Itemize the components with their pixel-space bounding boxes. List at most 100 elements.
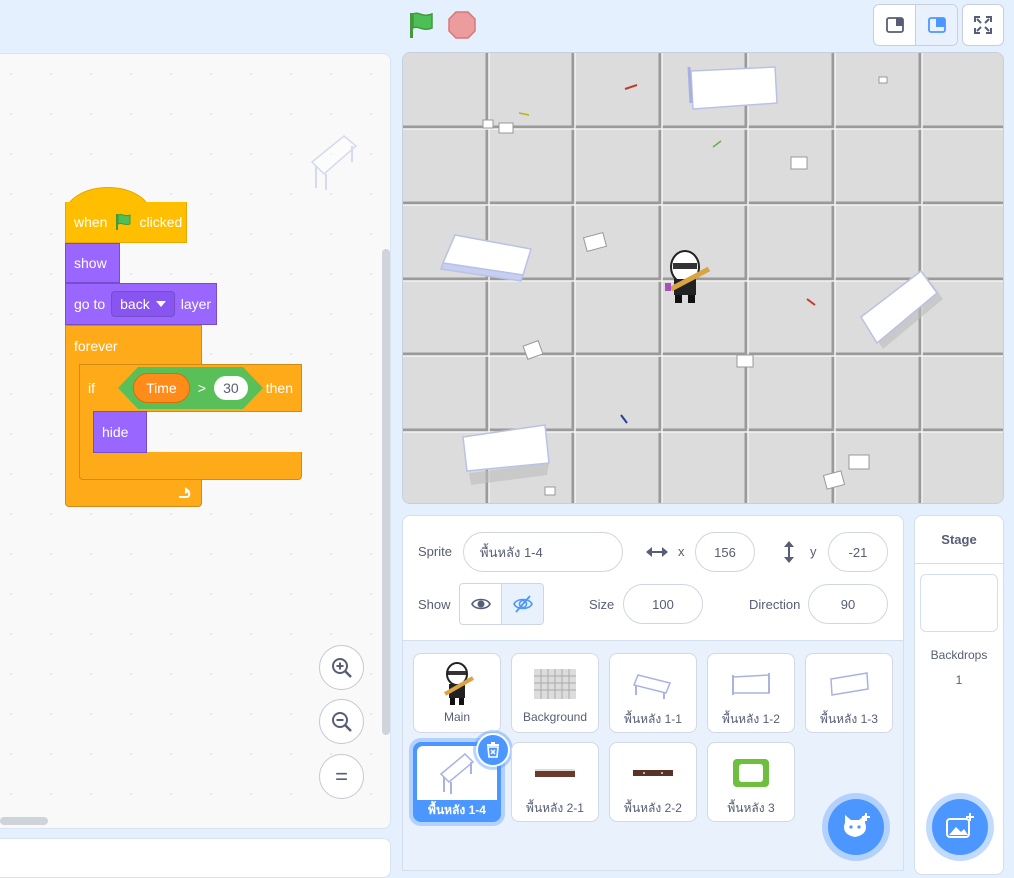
- sprite-tile-label: พื้นหลัง 1-1: [624, 712, 682, 726]
- zoom-out-button[interactable]: [319, 699, 364, 744]
- compare-value-input[interactable]: 30: [213, 376, 248, 400]
- time-variable-reporter[interactable]: Time: [133, 373, 190, 403]
- table-1-1-thumbnail: [632, 674, 672, 699]
- table-sprite-top: [687, 66, 778, 110]
- zoom-in-icon: [331, 657, 352, 678]
- trash-icon: [487, 742, 499, 758]
- green-flag-button[interactable]: [406, 10, 436, 40]
- eye-icon: [470, 598, 491, 610]
- visibility-toggle[interactable]: [459, 583, 544, 625]
- show-label: Show: [418, 597, 451, 612]
- small-stage-button[interactable]: [874, 5, 915, 45]
- normal-stage-button[interactable]: [915, 5, 957, 45]
- sprite-tile-1-2[interactable]: พื้นหลัง 1-2: [707, 653, 795, 733]
- size-input[interactable]: 100: [623, 584, 703, 624]
- go-to-layer-block[interactable]: go to back layer: [65, 283, 217, 325]
- sprite-tile-label: Background: [522, 710, 588, 724]
- sprite-2-1-thumbnail: [535, 769, 575, 777]
- sprite-tile-label: พื้นหลัง 1-2: [722, 712, 780, 726]
- hide-block-label: hide: [102, 424, 129, 440]
- zoom-in-button[interactable]: [319, 645, 364, 690]
- show-sprite-button[interactable]: [460, 584, 501, 624]
- sprite-name-label: Sprite: [418, 544, 452, 559]
- y-position-arrows-icon: [784, 541, 794, 563]
- normal-stage-icon: [927, 17, 946, 33]
- if-block-footer[interactable]: [79, 452, 302, 480]
- stage-scene: [403, 53, 1003, 503]
- delete-sprite-button[interactable]: [476, 733, 510, 767]
- forever-block-footer[interactable]: [65, 478, 202, 507]
- eye-slash-icon: [512, 595, 533, 613]
- x-label: x: [678, 544, 685, 559]
- stage-canvas[interactable]: [402, 52, 1004, 504]
- sprite-tile-2-1[interactable]: พื้นหลัง 2-1: [511, 742, 599, 822]
- cat-add-icon: [844, 813, 870, 837]
- sprite-tile-3[interactable]: พื้นหลัง 3: [707, 742, 795, 822]
- goto-prefix-label: go to: [74, 296, 106, 312]
- table-1-3-thumbnail: [830, 672, 869, 696]
- table-1-2-thumbnail: [732, 673, 770, 695]
- hide-block[interactable]: hide: [93, 411, 147, 453]
- direction-label: Direction: [749, 597, 801, 612]
- background-sprite-thumbnail: [534, 669, 576, 699]
- if-block-arm: [79, 411, 94, 455]
- stage-panel-title: Stage: [915, 516, 1003, 564]
- code-area-bottom-panel: [0, 838, 391, 878]
- hide-sprite-button[interactable]: [501, 584, 543, 624]
- sprite-tile-background[interactable]: Background: [511, 653, 599, 733]
- code-vertical-scrollbar[interactable]: [382, 249, 390, 735]
- if-label: if: [88, 380, 95, 396]
- fullscreen-button[interactable]: [962, 4, 1004, 46]
- hat-clicked-label: clicked: [139, 214, 183, 230]
- code-horizontal-scrollbar[interactable]: [0, 817, 48, 825]
- show-block[interactable]: show: [65, 243, 120, 283]
- show-block-label: show: [74, 255, 107, 271]
- sprite-tile-label: พื้นหลัง 1-4: [428, 803, 486, 817]
- greater-than-operator[interactable]: Time > 30: [118, 367, 263, 409]
- when-flag-clicked-block[interactable]: when clicked: [65, 202, 187, 243]
- choose-backdrop-button[interactable]: [932, 799, 988, 855]
- x-position-arrows-icon: [646, 547, 668, 557]
- forever-label: forever: [74, 337, 118, 354]
- zoom-out-icon: [331, 711, 352, 732]
- stop-button[interactable]: [448, 11, 476, 39]
- main-sprite-thumbnail: [444, 662, 474, 705]
- direction-input[interactable]: 90: [808, 584, 888, 624]
- sprite-ghost-icon: [310, 135, 358, 190]
- zoom-reset-button[interactable]: =: [319, 754, 364, 799]
- sprite-tile-main[interactable]: Main: [413, 653, 501, 733]
- sprite-tile-label: พื้นหลัง 2-1: [526, 801, 584, 815]
- sprite-tile-label: Main: [443, 710, 470, 724]
- then-label: then: [265, 380, 293, 396]
- backdrop-add-icon: [946, 813, 974, 838]
- sprite-tile-label: พื้นหลัง 2-2: [624, 801, 682, 815]
- zoom-reset-label: =: [335, 763, 348, 789]
- green-flag-icon: [116, 213, 131, 230]
- backdrops-label: Backdrops: [930, 648, 988, 662]
- forever-block[interactable]: forever: [65, 325, 202, 365]
- small-stage-icon: [885, 17, 904, 33]
- forever-block-arm: [65, 364, 80, 482]
- sprite-name-input[interactable]: พื้นหลัง 1-4: [463, 532, 623, 572]
- fullscreen-icon: [974, 16, 992, 34]
- layer-dropdown-value: back: [120, 296, 150, 312]
- table-1-4-thumbnail: [439, 752, 475, 794]
- sprite-3-thumbnail: [733, 759, 769, 787]
- y-label: y: [810, 544, 817, 559]
- sprite-tile-1-1[interactable]: พื้นหลัง 1-1: [609, 653, 697, 733]
- size-label: Size: [589, 597, 615, 612]
- sprite-2-2-thumbnail: [633, 770, 673, 776]
- y-position-input[interactable]: -21: [828, 532, 888, 572]
- sprite-tile-1-3[interactable]: พื้นหลัง 1-3: [805, 653, 893, 733]
- backdrops-count: 1: [955, 673, 963, 687]
- layer-dropdown[interactable]: back: [111, 291, 175, 317]
- stage-layout-toggle[interactable]: [873, 4, 958, 46]
- operator-symbol: >: [197, 380, 206, 396]
- stage-thumbnail[interactable]: [920, 574, 998, 632]
- goto-suffix-label: layer: [180, 296, 212, 312]
- sprite-tile-2-2[interactable]: พื้นหลัง 2-2: [609, 742, 697, 822]
- sprite-tile-label: พื้นหลัง 3: [727, 801, 775, 815]
- x-position-input[interactable]: 156: [695, 532, 755, 572]
- dropdown-caret-icon: [155, 301, 166, 307]
- choose-sprite-button[interactable]: [828, 799, 884, 855]
